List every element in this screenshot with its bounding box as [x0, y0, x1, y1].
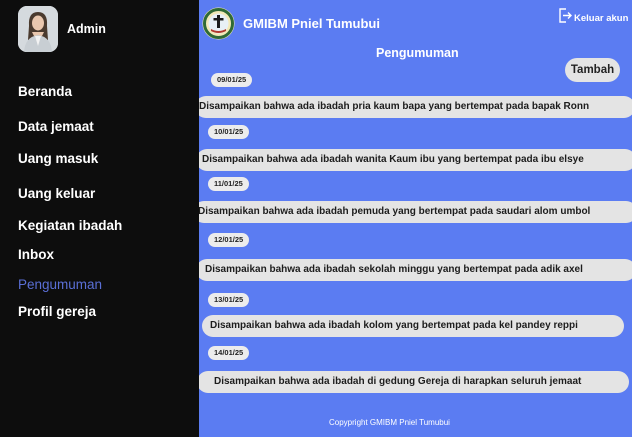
announcement-date: 11/01/25: [208, 177, 249, 191]
avatar: [18, 6, 58, 52]
logout-label: Keluar akun: [574, 12, 629, 24]
app-title: GMIBM Pniel Tumubui: [243, 16, 380, 31]
sidebar-item-inbox[interactable]: Inbox: [18, 247, 54, 262]
sidebar-item-uang-masuk[interactable]: Uang masuk: [18, 151, 98, 166]
add-announcement-button[interactable]: Tambah: [565, 58, 620, 82]
sidebar-item-beranda[interactable]: Beranda: [18, 84, 72, 99]
sidebar-item-data-jemaat[interactable]: Data jemaat: [18, 119, 94, 134]
profile-block: Admin: [18, 6, 188, 56]
church-seal-logo: [202, 7, 235, 40]
sidebar-item-profil-gereja[interactable]: Profil gereja: [18, 304, 96, 319]
page-title: Pengumuman: [376, 46, 459, 60]
main-panel: GMIBM Pniel Tumubui Keluar akun Pengumum…: [199, 0, 632, 437]
announcement-date: 10/01/25: [208, 125, 250, 139]
announcement-item[interactable]: Disampaikan bahwa ada ibadah pria kaum b…: [199, 96, 632, 118]
sidebar: Admin Beranda Data jemaat Uang masuk Uan…: [0, 0, 199, 437]
announcement-item[interactable]: Disampaikan bahwa ada ibadah pemuda yang…: [199, 201, 632, 223]
announcement-item[interactable]: Disampaikan bahwa ada ibadah wanita Kaum…: [199, 149, 632, 171]
announcement-item[interactable]: Disampaikan bahwa ada ibadah sekolah min…: [199, 259, 632, 281]
announcement-date: 14/01/25: [208, 346, 250, 360]
sidebar-item-pengumuman[interactable]: Pengumuman: [18, 277, 102, 292]
logout-button[interactable]: Keluar akun: [559, 8, 629, 28]
sidebar-item-kegiatan-ibadah[interactable]: Kegiatan ibadah: [18, 218, 122, 233]
announcement-item[interactable]: Disampaikan bahwa ada ibadah di gedung G…: [199, 371, 629, 393]
announcement-date: 12/01/25: [208, 233, 250, 247]
announcement-date: 09/01/25: [211, 73, 253, 87]
admin-name: Admin: [67, 22, 106, 36]
announcement-date: 13/01/25: [208, 293, 250, 307]
announcement-item[interactable]: Disampaikan bahwa ada ibadah kolom yang …: [202, 315, 624, 337]
footer-copyright: Copypright GMIBM Pniel Tumubui: [329, 418, 450, 427]
sidebar-item-uang-keluar[interactable]: Uang keluar: [18, 186, 95, 201]
logout-icon: [559, 8, 572, 28]
